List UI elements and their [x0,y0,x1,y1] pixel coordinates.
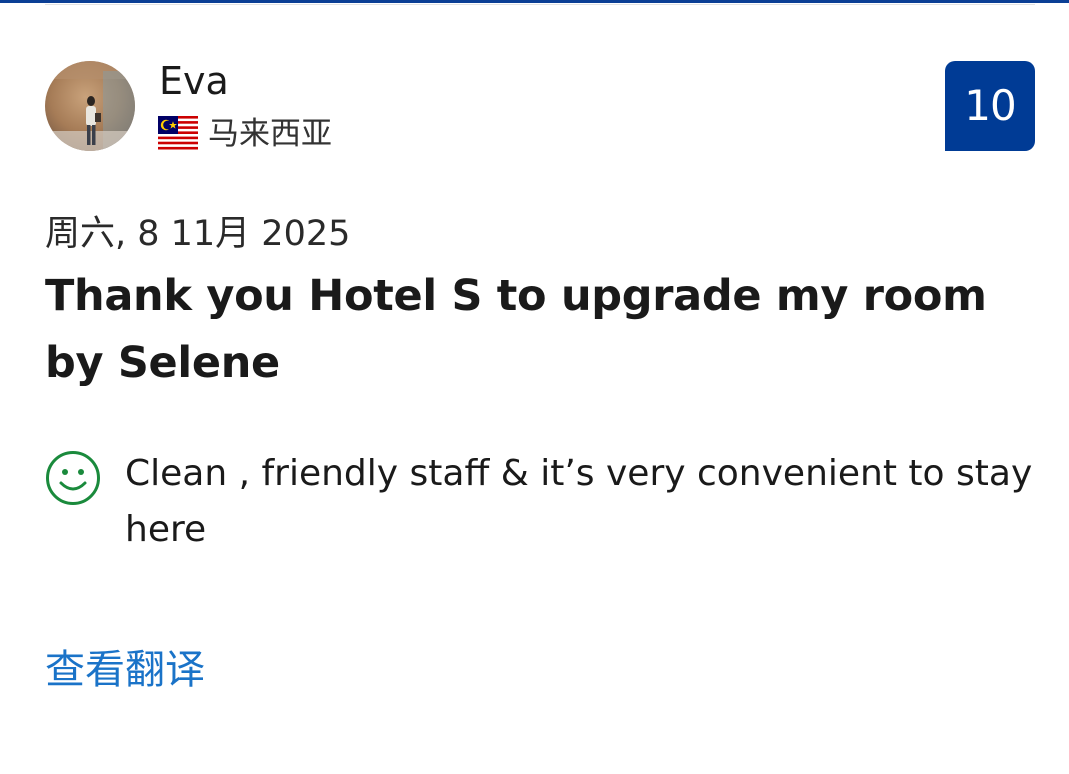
avatar[interactable] [45,61,135,151]
positive-review-text: Clean , friendly staff & it’s very conve… [125,453,1033,550]
smiley-icon [46,451,100,505]
reviewer-name: Eva [159,59,229,103]
reviewer-country: 马来西亚 [208,116,332,152]
score-badge: 10 [945,61,1035,151]
reviewer-photo [45,61,135,151]
view-translation-link[interactable]: 查看翻译 [45,643,205,697]
review-date: 周六, 8 11月 2025 [45,214,351,254]
top-accent-bar [0,0,1069,3]
review-title: Thank you Hotel S to upgrade my room by … [45,271,987,388]
top-divider [45,4,1035,5]
malaysia-flag-icon [158,116,198,152]
